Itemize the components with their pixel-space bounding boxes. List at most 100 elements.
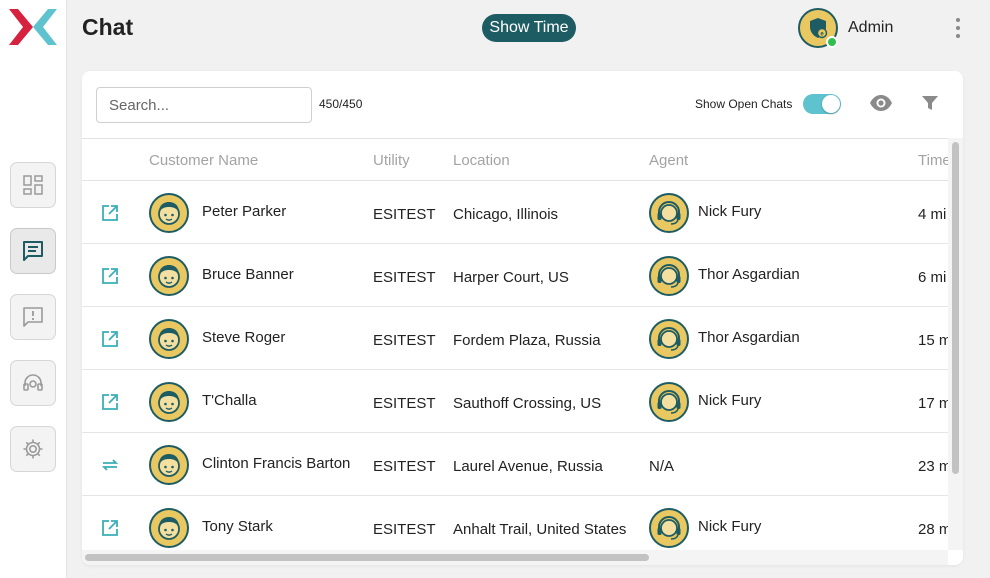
- sidebar-item-feedback[interactable]: [10, 294, 56, 340]
- agent-name: N/A: [649, 458, 675, 475]
- chat-icon: [23, 241, 43, 261]
- location-cell: Sauthoff Crossing, US: [453, 395, 602, 412]
- dashboard-icon: [23, 175, 43, 195]
- customer-name: Peter Parker: [202, 203, 287, 220]
- customer-name: Steve Roger: [202, 329, 286, 346]
- customer-face-icon: [158, 517, 180, 540]
- utility-cell: ESITEST: [373, 458, 436, 475]
- sidebar-item-dashboard[interactable]: [10, 162, 56, 208]
- time-cell: 4 mi: [918, 206, 947, 223]
- feedback-icon: [23, 307, 43, 327]
- gear-icon: [23, 439, 43, 459]
- time-cell: 15 m: [918, 332, 948, 349]
- customer-name: Clinton Francis Barton: [202, 455, 351, 472]
- toggle-knob: [822, 95, 840, 113]
- brand-logo: [9, 9, 57, 45]
- customer-name: T'Challa: [202, 392, 257, 409]
- column-header-location[interactable]: Location: [453, 152, 510, 169]
- time-cell: 28 m: [918, 521, 948, 538]
- table-row[interactable]: T'Challa ESITEST Sauthoff Crossing, US Nick…: [82, 370, 948, 433]
- sidebar-item-settings[interactable]: [10, 426, 56, 472]
- vertical-scroll-thumb[interactable]: [952, 142, 959, 474]
- time-cell: 6 mi: [918, 269, 947, 286]
- table-header: Customer Name Utility Location Agent Tim…: [82, 139, 948, 181]
- table-row[interactable]: Steve Roger ESITEST Fordem Plaza, Russia Th…: [82, 307, 948, 370]
- customer-name: Tony Stark: [202, 518, 273, 535]
- sidebar: [0, 0, 67, 578]
- result-count: 450/450: [319, 97, 363, 111]
- time-cell: 23 m: [918, 458, 948, 475]
- open-chat-button[interactable]: [100, 266, 120, 286]
- customer-avatar: [149, 256, 189, 296]
- customer-avatar: [149, 319, 189, 359]
- agent-avatar: [649, 382, 689, 422]
- agent-avatar: [649, 193, 689, 233]
- agent-avatar: [649, 508, 689, 548]
- chat-table: Customer Name Utility Location Agent Tim…: [82, 138, 948, 550]
- location-cell: Anhalt Trail, United States: [453, 521, 627, 538]
- horizontal-scroll-thumb[interactable]: [85, 554, 649, 561]
- open-external-icon: [102, 520, 118, 536]
- table-row[interactable]: Clinton Francis Barton ESITEST Laurel Aven…: [82, 433, 948, 496]
- agent-avatar: [649, 319, 689, 359]
- column-header-customer[interactable]: Customer Name: [149, 152, 258, 169]
- location-cell: Harper Court, US: [453, 269, 569, 286]
- eye-icon[interactable]: [869, 93, 893, 113]
- utility-cell: ESITEST: [373, 206, 436, 223]
- open-external-icon: [102, 205, 118, 221]
- customer-face-icon: [158, 202, 180, 225]
- column-header-agent[interactable]: Agent: [649, 152, 688, 169]
- location-cell: Laurel Avenue, Russia: [453, 458, 603, 475]
- customer-avatar: [149, 508, 189, 548]
- shield-user-icon: e: [810, 18, 828, 39]
- page-title: Chat: [82, 14, 134, 40]
- open-external-icon: [102, 331, 118, 347]
- search-input[interactable]: [96, 87, 312, 123]
- online-status-dot: [826, 36, 838, 48]
- show-time-button[interactable]: Show Time: [482, 14, 576, 42]
- open-external-icon: [102, 268, 118, 284]
- sidebar-item-chat[interactable]: [10, 228, 56, 274]
- agent-avatar: [649, 256, 689, 296]
- column-header-utility[interactable]: Utility: [373, 152, 410, 169]
- headset-icon: [23, 374, 43, 391]
- sidebar-item-agent[interactable]: [10, 360, 56, 406]
- utility-cell: ESITEST: [373, 395, 436, 412]
- table-row[interactable]: Bruce Banner ESITEST Harper Court, US Thor …: [82, 244, 948, 307]
- agent-headset-icon: [657, 327, 681, 351]
- time-cell: 17 m: [918, 395, 948, 412]
- location-cell: Chicago, Illinois: [453, 206, 559, 223]
- agent-headset-icon: [657, 516, 681, 540]
- open-chat-button[interactable]: [100, 392, 120, 412]
- open-chat-button[interactable]: [100, 203, 120, 223]
- utility-cell: ESITEST: [373, 269, 436, 286]
- open-chat-button[interactable]: [100, 329, 120, 349]
- customer-name: Bruce Banner: [202, 266, 294, 283]
- top-bar: Chat Show Time e Admin: [67, 0, 990, 56]
- show-open-chats-label: Show Open Chats: [695, 97, 793, 111]
- open-external-icon: [102, 394, 118, 410]
- filter-icon[interactable]: [920, 93, 940, 113]
- chat-list-card: 450/450 Show Open Chats Customer Name Ut…: [82, 71, 963, 565]
- agent-name: Thor Asgardian: [698, 266, 800, 283]
- agent-headset-icon: [657, 264, 681, 288]
- transfer-button[interactable]: [100, 455, 120, 475]
- show-open-chats-toggle[interactable]: [803, 94, 841, 114]
- agent-headset-icon: [657, 201, 681, 225]
- horizontal-scrollbar[interactable]: [82, 550, 948, 565]
- customer-avatar: [149, 382, 189, 422]
- table-row[interactable]: Peter Parker ESITEST Chicago, Illinois Nick…: [82, 181, 948, 244]
- customer-face-icon: [158, 454, 180, 477]
- more-menu-icon[interactable]: [954, 18, 962, 38]
- vertical-scrollbar[interactable]: [948, 138, 963, 550]
- customer-face-icon: [158, 328, 180, 351]
- customer-avatar: [149, 193, 189, 233]
- user-name[interactable]: Admin: [848, 19, 893, 37]
- table-row[interactable]: Tony Stark ESITEST Anhalt Trail, United St…: [82, 496, 948, 550]
- agent-headset-icon: [657, 390, 681, 414]
- utility-cell: ESITEST: [373, 521, 436, 538]
- column-header-time[interactable]: Time: [918, 152, 948, 169]
- open-chat-button[interactable]: [100, 518, 120, 538]
- customer-face-icon: [158, 391, 180, 414]
- agent-name: Nick Fury: [698, 518, 762, 535]
